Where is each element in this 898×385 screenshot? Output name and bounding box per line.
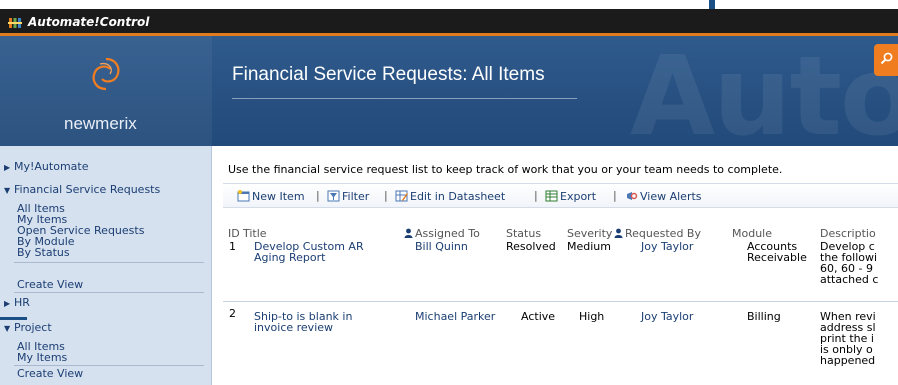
nav-label: My!Automate	[14, 160, 89, 173]
app-title: Automate!Control	[28, 15, 150, 29]
column-header-title[interactable]: Title	[243, 227, 267, 240]
column-header-label: Assigned To	[415, 227, 480, 240]
nav-item-my-items[interactable]: My Items	[17, 352, 67, 363]
triangle-right-icon: ▶	[4, 163, 11, 172]
brand-block[interactable]: newmerix	[0, 36, 212, 146]
banner-watermark: Auto	[630, 36, 898, 146]
nav-divider	[14, 292, 204, 293]
main-content: Use the financial service request list t…	[213, 146, 898, 385]
nav-my-automate[interactable]: ▶ My!Automate	[4, 160, 89, 173]
column-header-module[interactable]: Module	[732, 227, 772, 240]
triangle-right-icon: ▶	[4, 299, 11, 308]
list-toolbar: New Item | Filter | Edit in Datasheet | …	[223, 183, 898, 208]
title-underline	[232, 98, 577, 99]
nav-project[interactable]: ▼ Project	[4, 321, 52, 334]
cell-id: 2	[229, 307, 236, 320]
page-title: Financial Service Requests: All Items	[232, 64, 545, 85]
cell-id: 1	[229, 240, 236, 253]
nav-divider	[14, 365, 204, 366]
page-banner: Auto newmerix Financial Service Requests…	[0, 36, 898, 146]
toolbar-separator: |	[316, 189, 320, 202]
app-header-bar: Automate!Control	[0, 0, 898, 36]
requested-by-link[interactable]: Joy Taylor	[641, 311, 693, 322]
requested-by-link[interactable]: Joy Taylor	[641, 241, 693, 252]
export-label: Export	[560, 190, 597, 203]
assigned-to-link[interactable]: Michael Parker	[415, 311, 495, 322]
nav-hr[interactable]: ▶ HR	[4, 296, 30, 309]
nav-label: HR	[14, 296, 30, 309]
column-header-label: Requested By	[625, 227, 701, 240]
new-item-label: New Item	[252, 190, 305, 203]
row-divider	[223, 301, 898, 302]
assigned-to-link[interactable]: Bill Quinn	[415, 241, 468, 252]
export-button[interactable]: Export	[545, 190, 596, 203]
datasheet-icon	[395, 190, 408, 202]
top-strip-marker	[709, 0, 715, 9]
cell-description: Develop c the followi 60, 60 - 9 attache…	[820, 241, 879, 286]
nav-create-view[interactable]: Create View	[17, 368, 83, 379]
cell-module: Accounts Receivable	[747, 240, 807, 264]
nav-financial-service-requests[interactable]: ▼ Financial Service Requests	[4, 183, 160, 196]
person-icon	[404, 228, 413, 238]
search-button[interactable]	[874, 44, 898, 76]
cell-severity: Medium	[567, 240, 611, 253]
cell-module: Billing	[747, 310, 781, 323]
toolbar-separator: |	[534, 189, 538, 202]
cell-description: When revi address sl print the i is onbl…	[820, 311, 876, 367]
edit-in-datasheet-button[interactable]: Edit in Datasheet	[395, 190, 505, 203]
triangle-down-icon: ▼	[4, 186, 11, 195]
nav-item-by-status[interactable]: By Status	[17, 247, 70, 258]
cell-status: Resolved	[506, 240, 556, 253]
column-header-id[interactable]: ID	[228, 227, 240, 240]
triangle-down-icon: ▼	[4, 324, 11, 333]
toolbar-separator: |	[384, 189, 388, 202]
filter-icon	[327, 190, 340, 202]
quick-launch-nav: ▶ My!Automate ▼ Financial Service Requests…	[0, 146, 212, 385]
column-header-severity[interactable]: Severity	[567, 227, 612, 240]
column-header-assigned-to[interactable]: Assigned To	[404, 227, 480, 240]
view-alerts-label: View Alerts	[640, 190, 702, 203]
left-edge-marker	[0, 317, 27, 320]
filter-label: Filter	[342, 190, 370, 203]
nav-label: Financial Service Requests	[14, 183, 161, 196]
alert-icon	[627, 192, 638, 200]
newmerix-swirl-icon	[92, 57, 120, 91]
column-header-description[interactable]: Descriptio	[820, 227, 876, 240]
new-item-button[interactable]: New Item	[237, 190, 305, 203]
toolbar-separator: |	[613, 189, 617, 202]
export-icon	[545, 190, 558, 202]
cell-severity: High	[579, 310, 605, 323]
view-alerts-button[interactable]: View Alerts	[625, 190, 702, 203]
nav-label: Project	[14, 321, 52, 334]
column-header-status[interactable]: Status	[506, 227, 541, 240]
column-header-requested-by[interactable]: Requested By	[614, 227, 701, 240]
new-item-icon	[237, 190, 250, 202]
item-title-link[interactable]: Ship-to is blank in invoice review	[254, 311, 352, 333]
brand-name: newmerix	[64, 114, 137, 133]
cell-status: Active	[521, 310, 556, 323]
nav-create-view[interactable]: Create View	[17, 279, 83, 290]
nav-divider	[14, 262, 204, 263]
person-icon	[614, 228, 623, 238]
search-icon	[880, 52, 893, 65]
item-title-link[interactable]: Develop Custom AR Aging Report	[254, 241, 364, 263]
list-description: Use the financial service request list t…	[228, 163, 783, 176]
app-logo-icon	[8, 18, 22, 28]
filter-button[interactable]: Filter	[327, 190, 369, 203]
top-strip	[0, 0, 898, 9]
edit-in-datasheet-label: Edit in Datasheet	[410, 190, 506, 203]
